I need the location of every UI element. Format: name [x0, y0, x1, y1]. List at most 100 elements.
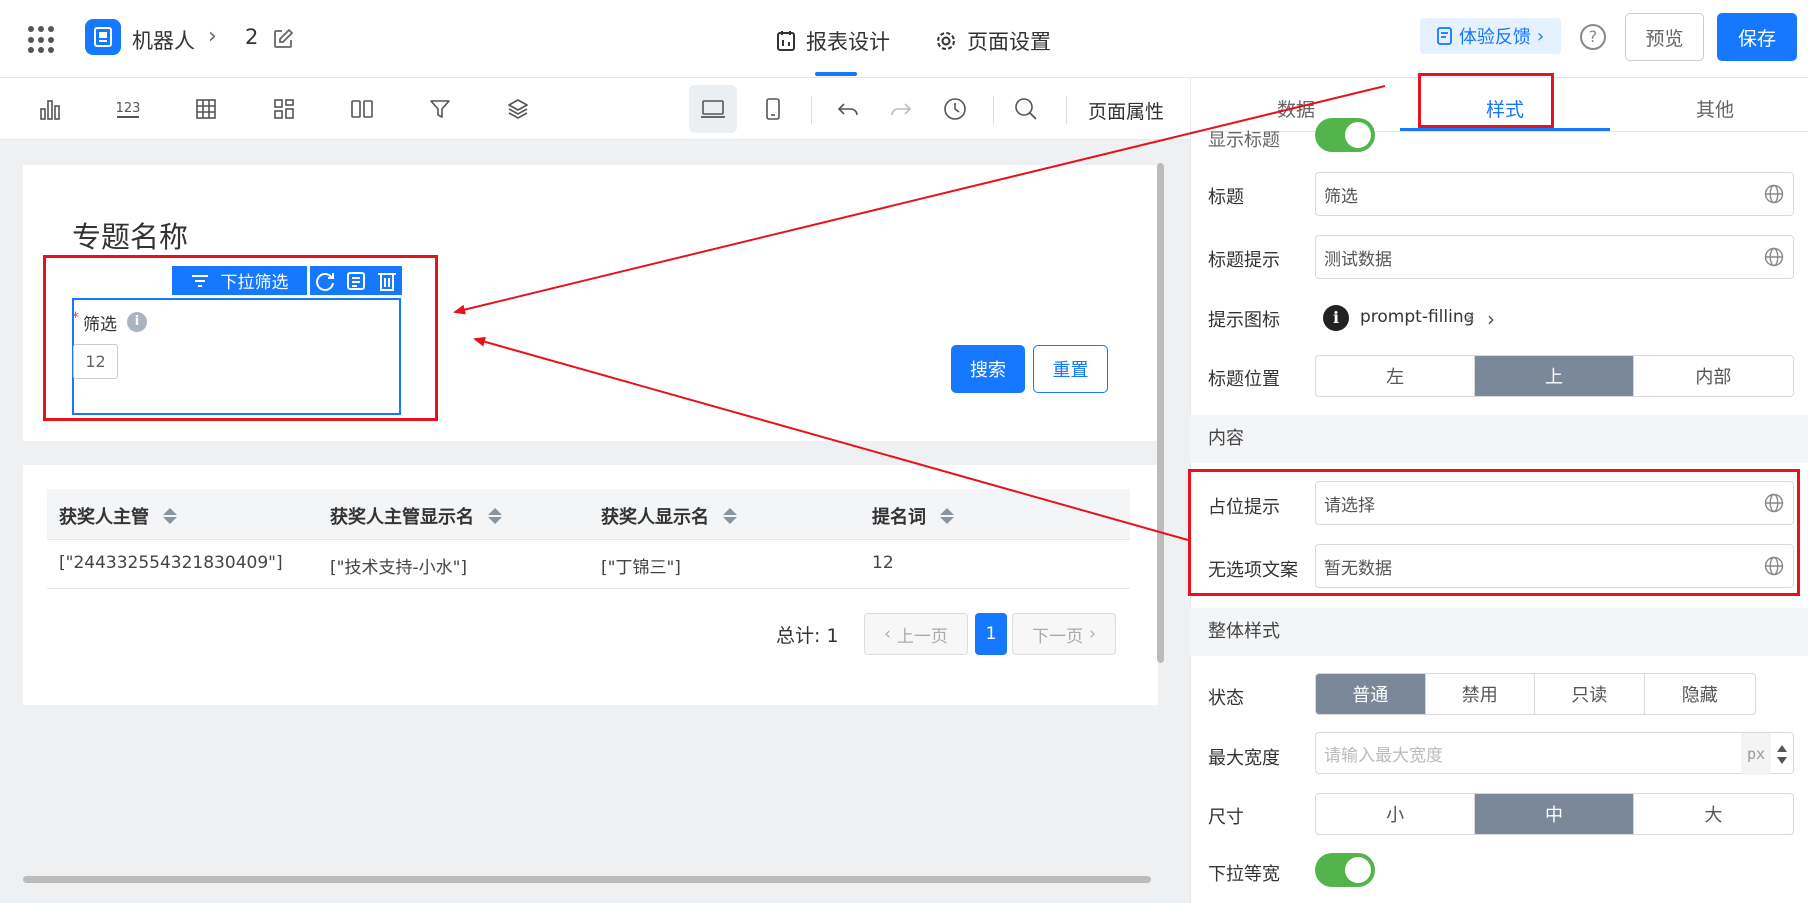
state-normal[interactable]: 普通	[1316, 674, 1426, 714]
size-label: 尺寸	[1208, 807, 1244, 828]
tab-report-design[interactable]: 报表设计	[776, 26, 890, 56]
gear-icon	[937, 32, 955, 50]
title-position-segmented: 左 上 内部	[1315, 355, 1794, 397]
app-name[interactable]: 机器人	[132, 25, 195, 55]
table-cell: ["244332554321830409"]	[59, 553, 283, 573]
tab-data[interactable]: 数据	[1277, 95, 1315, 122]
title-position-top[interactable]: 上	[1475, 356, 1634, 396]
size-medium[interactable]: 中	[1475, 794, 1634, 834]
section-overall-style: 整体样式	[1190, 608, 1808, 656]
dropdown-equal-width-label: 下拉等宽	[1208, 864, 1280, 885]
show-title-toggle[interactable]	[1315, 118, 1375, 152]
globe-icon[interactable]	[1764, 184, 1784, 204]
row-divider	[47, 539, 1130, 540]
size-small[interactable]: 小	[1316, 794, 1476, 834]
dropdown-equal-width-toggle[interactable]	[1315, 853, 1375, 887]
sort-icon[interactable]	[723, 508, 737, 524]
next-page-button[interactable]: 下一页 ›	[1012, 613, 1116, 655]
next-page-label: 下一页	[1032, 626, 1084, 647]
sort-icon[interactable]	[940, 508, 954, 524]
title-tip-input[interactable]: 测试数据	[1315, 235, 1794, 279]
size-large[interactable]: 大	[1634, 794, 1793, 834]
feedback-button[interactable]: 体验反馈 ›	[1420, 18, 1561, 54]
columns-icon[interactable]	[348, 95, 376, 123]
grid-icon[interactable]	[270, 95, 298, 123]
save-button[interactable]: 保存	[1717, 13, 1797, 61]
table-cell: ["丁锦三"]	[601, 558, 681, 578]
title-position-inside[interactable]: 内部	[1634, 356, 1793, 396]
state-hidden[interactable]: 隐藏	[1645, 674, 1756, 714]
column-header[interactable]: 获奖人主管	[59, 503, 177, 529]
chevron-right-icon: ›	[1089, 624, 1096, 644]
reset-button[interactable]: 重置	[1033, 345, 1108, 393]
column-header[interactable]: 提名词	[872, 503, 954, 529]
number-icon[interactable]: 123	[114, 95, 142, 123]
layers-icon[interactable]	[504, 95, 532, 123]
max-width-stepper[interactable]: px	[1741, 733, 1793, 775]
state-disabled[interactable]: 禁用	[1426, 674, 1535, 714]
annotation-box-content	[1188, 469, 1800, 596]
page-number-current[interactable]: 1	[975, 613, 1007, 655]
undo-icon[interactable]	[834, 95, 862, 123]
clear-icon[interactable]: ×	[1464, 310, 1476, 326]
max-width-label: 最大宽度	[1208, 748, 1280, 769]
chevron-right-icon: ›	[1536, 25, 1545, 47]
bar-chart-icon[interactable]	[36, 95, 64, 123]
filter-icon[interactable]	[426, 95, 454, 123]
state-readonly[interactable]: 只读	[1535, 674, 1645, 714]
title-tip-label: 标题提示	[1208, 250, 1280, 271]
title-position-left[interactable]: 左	[1316, 356, 1476, 396]
tab-other[interactable]: 其他	[1696, 95, 1734, 122]
sort-icon[interactable]	[488, 508, 502, 524]
table-header-row	[47, 489, 1130, 539]
history-icon[interactable]	[941, 95, 969, 123]
title-position-label: 标题位置	[1208, 369, 1280, 390]
active-tab-indicator	[815, 72, 857, 76]
search-icon[interactable]	[1012, 95, 1040, 123]
preview-button[interactable]: 预览	[1625, 13, 1704, 61]
topic-title[interactable]: 专题名称	[72, 214, 188, 256]
row-divider	[47, 588, 1130, 589]
unit-label: px	[1741, 733, 1771, 775]
horizontal-scrollbar[interactable]	[23, 876, 1151, 883]
breadcrumb-separator: ›	[208, 24, 217, 49]
size-segmented: 小 中 大	[1315, 793, 1794, 835]
tab-page-settings[interactable]: 页面设置	[935, 26, 1051, 56]
stepper-arrows[interactable]	[1771, 733, 1793, 775]
column-header-label: 获奖人主管显示名	[330, 507, 474, 528]
feedback-icon	[1436, 27, 1452, 45]
mobile-icon[interactable]	[759, 95, 787, 123]
state-segmented: 普通 禁用 只读 隐藏	[1315, 673, 1756, 715]
app-grid-icon[interactable]	[28, 26, 56, 54]
desktop-icon[interactable]	[699, 95, 727, 123]
search-button[interactable]: 搜索	[951, 345, 1025, 393]
globe-icon[interactable]	[1764, 247, 1784, 267]
chevron-right-icon[interactable]: ›	[1487, 307, 1495, 331]
tab-report-design-label: 报表设计	[806, 30, 890, 54]
max-width-input[interactable]: 请输入最大宽度 px	[1315, 732, 1794, 775]
title-input[interactable]: 筛选	[1315, 172, 1794, 216]
vertical-scrollbar[interactable]	[1157, 163, 1164, 663]
toolbar-divider	[811, 96, 812, 124]
edit-icon[interactable]	[272, 28, 294, 50]
feedback-label: 体验反馈	[1458, 27, 1531, 48]
chevron-left-icon: ‹	[884, 624, 891, 644]
number-underline	[117, 115, 139, 118]
page-attributes-button[interactable]: 页面属性	[1088, 97, 1164, 124]
redo-icon[interactable]	[887, 95, 915, 123]
column-header-label: 获奖人主管	[59, 507, 149, 528]
tip-icon-name[interactable]: prompt-filling	[1360, 307, 1474, 327]
column-header[interactable]: 获奖人显示名	[601, 503, 737, 529]
annotation-box-filter	[43, 255, 438, 421]
help-icon[interactable]: ?	[1580, 24, 1606, 50]
section-content: 内容	[1190, 415, 1808, 463]
annotation-box-style-tab	[1418, 73, 1554, 128]
panel-tabs-divider	[1190, 131, 1808, 132]
prev-page-label: 上一页	[896, 626, 948, 647]
sort-icon[interactable]	[163, 508, 177, 524]
prev-page-button[interactable]: ‹ 上一页	[864, 613, 968, 655]
table-icon[interactable]	[192, 95, 220, 123]
top-header: 机器人 › 2 报表设计 页面设置 体验反馈 › ? 预览 保存	[0, 0, 1808, 78]
number-icon-glyph: 123	[115, 100, 141, 116]
column-header[interactable]: 获奖人主管显示名	[330, 503, 502, 529]
